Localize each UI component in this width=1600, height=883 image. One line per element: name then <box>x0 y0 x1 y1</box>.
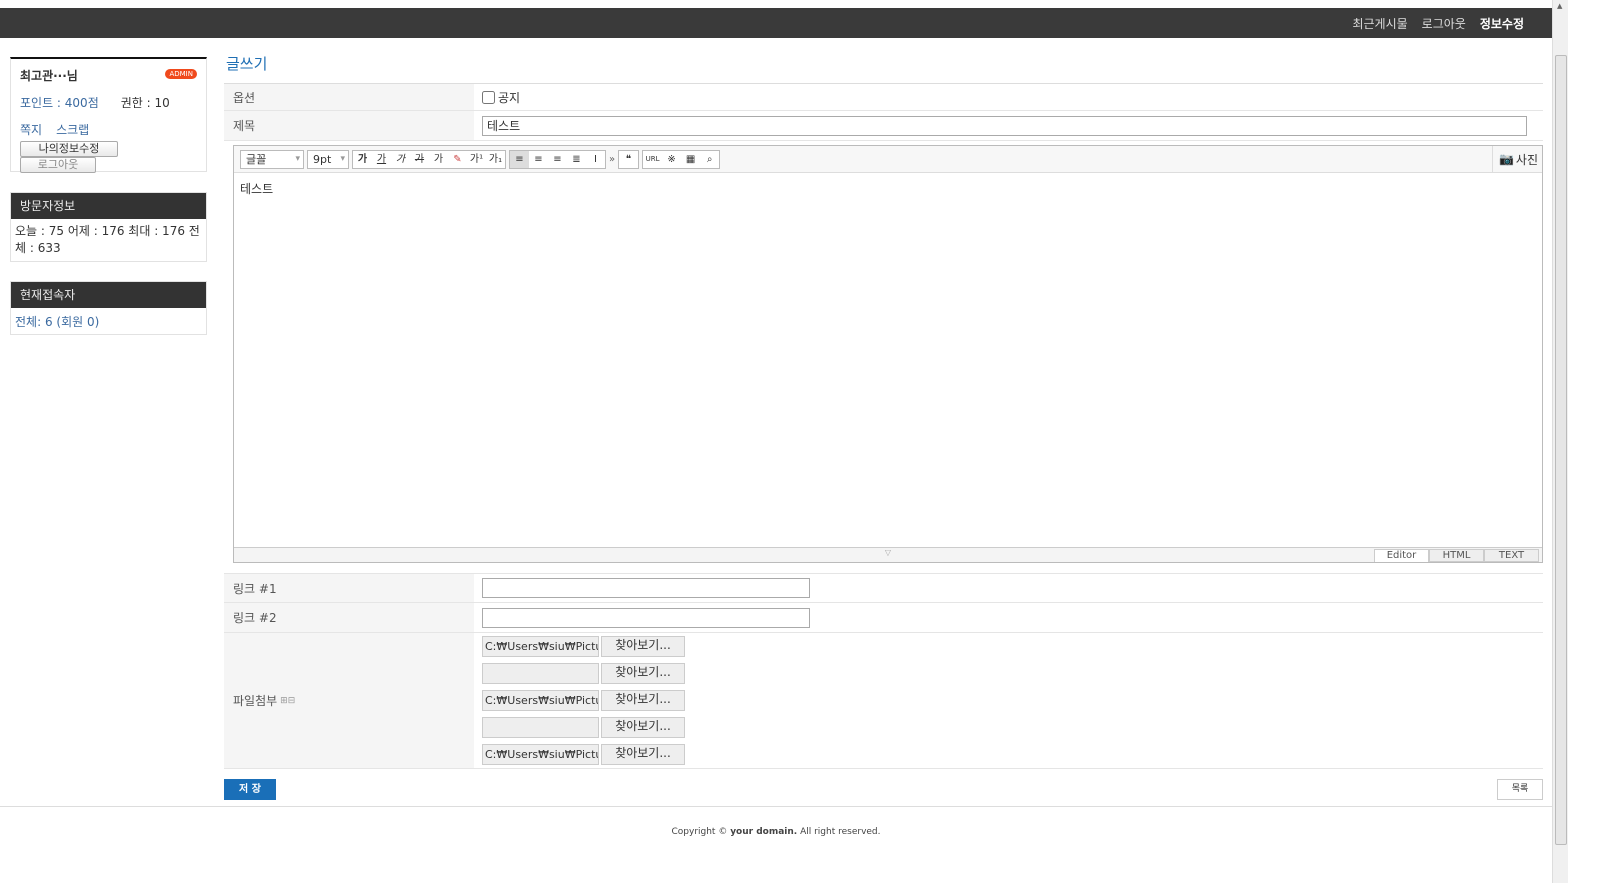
file-row: C:₩Users₩siu₩Pictures찾아보기... <box>482 690 685 711</box>
page-title: 글쓰기 <box>224 52 1543 84</box>
connect-box: 현재접속자 전체: 6 (회원 0) <box>10 281 207 335</box>
quote-icon[interactable]: ❝ <box>619 151 638 168</box>
link2-input[interactable] <box>482 607 810 628</box>
file-path[interactable]: C:₩Users₩siu₩Pictures <box>482 690 599 711</box>
memo-link[interactable]: 쪽지 <box>20 123 42 137</box>
points-link[interactable]: 포인트 : 400점 <box>20 96 99 110</box>
scroll-thumb[interactable] <box>1555 55 1567 845</box>
tab-text[interactable]: TEXT <box>1484 549 1539 562</box>
editor-content[interactable]: 테스트 <box>234 173 1542 204</box>
save-button[interactable]: 저 장 <box>224 779 276 800</box>
level-text: 권한 : 10 <box>120 96 170 110</box>
photo-label: 사진 <box>1515 152 1538 167</box>
login-box: 최고관···님 ADMIN 포인트 : 400점 권한 : 10 쪽지 스크랩 나의… <box>10 57 207 173</box>
remove-file-icon[interactable]: ⊟ <box>288 696 296 706</box>
more-icon[interactable]: » <box>609 154 615 165</box>
search-icon[interactable]: ⌕ <box>700 151 719 168</box>
strike-icon[interactable]: 가 <box>410 151 429 168</box>
subject-input[interactable]: 테스트 <box>482 115 1527 136</box>
font-select[interactable]: 글꼴 <box>240 149 304 169</box>
subject-label: 제목 <box>224 111 474 140</box>
footer-rights: All right reserved. <box>797 827 881 837</box>
footer-domain: your domain. <box>730 827 798 837</box>
bg-color-icon[interactable]: ✎ <box>448 151 467 168</box>
browse-button[interactable]: 찾아보기... <box>601 717 685 738</box>
file-row: C:₩Users₩siu₩Pictures찾아보기... <box>482 744 685 765</box>
file-row: C:₩Users₩siu₩Pictures찾아보기... <box>482 636 685 657</box>
photo-button[interactable]: 📷 사진 <box>1491 146 1542 172</box>
copyright-text: Copyright © <box>671 827 731 837</box>
file-label: 파일첨부 <box>233 694 278 708</box>
browse-button[interactable]: 찾아보기... <box>601 744 685 765</box>
nav-edit-info[interactable]: 정보수정 <box>1480 15 1524 32</box>
connect-title: 현재접속자 <box>11 282 206 308</box>
scrap-link[interactable]: 스크랩 <box>56 123 89 137</box>
notice-checkbox[interactable] <box>482 90 495 104</box>
visitor-title: 방문자정보 <box>11 193 206 219</box>
admin-badge: ADMIN <box>165 69 197 79</box>
browse-button[interactable]: 찾아보기... <box>601 690 685 711</box>
subscript-icon[interactable]: 가₁ <box>486 151 505 168</box>
editor-toolbar: 글꼴 9pt 가가가가가✎가¹가₁ ≡≡≡≣Ι » ❝ URL※▦⌕ 📷사진 <box>234 146 1542 173</box>
align-right-icon[interactable]: ≡ <box>548 151 567 168</box>
table-icon[interactable]: ▦ <box>681 151 700 168</box>
top-nav: 최근게시물 로그아웃 정보수정 <box>0 8 1552 38</box>
file-path[interactable] <box>482 717 599 738</box>
link1-input[interactable] <box>482 578 810 598</box>
file-row: 찾아보기... <box>482 663 685 684</box>
special-char-icon[interactable]: ※ <box>662 151 681 168</box>
resize-handle-icon[interactable]: ▽ <box>234 548 1542 557</box>
visitor-box: 방문자정보 오늘 : 75 어제 : 176 최대 : 176 전체 : 633 <box>10 192 207 262</box>
size-select[interactable]: 9pt <box>307 149 349 169</box>
align-left-icon[interactable]: ≡ <box>510 150 529 168</box>
visitor-stats: 오늘 : 75 어제 : 176 최대 : 176 전체 : 633 <box>15 224 200 255</box>
notice-label: 공지 <box>498 90 521 105</box>
connect-link[interactable]: 전체: 6 (회원 0) <box>11 308 206 335</box>
superscript-icon[interactable]: 가¹ <box>467 151 486 168</box>
underline-icon[interactable]: 가 <box>372 151 391 168</box>
align-center-icon[interactable]: ≡ <box>529 151 548 168</box>
editor: 글꼴 9pt 가가가가가✎가¹가₁ ≡≡≡≣Ι » ❝ URL※▦⌕ 📷사진 테… <box>233 145 1543 563</box>
line-height-icon[interactable]: Ι <box>586 151 605 168</box>
scrollbar[interactable]: ▲ <box>1552 0 1568 883</box>
bold-icon[interactable]: 가 <box>353 151 372 168</box>
tab-html[interactable]: HTML <box>1429 549 1484 562</box>
browse-button[interactable]: 찾아보기... <box>601 636 685 657</box>
justify-icon[interactable]: ≣ <box>567 151 586 168</box>
browse-button[interactable]: 찾아보기... <box>601 663 685 684</box>
link1-label: 링크 #1 <box>224 574 474 602</box>
file-path[interactable] <box>482 663 599 684</box>
option-label: 옵션 <box>224 84 474 110</box>
nav-recent-posts[interactable]: 최근게시물 <box>1352 15 1407 32</box>
nav-logout[interactable]: 로그아웃 <box>1422 15 1466 32</box>
tab-editor[interactable]: Editor <box>1374 549 1429 562</box>
link2-label: 링크 #2 <box>224 603 474 632</box>
edit-profile-button[interactable]: 나의정보수정 <box>20 141 118 157</box>
scroll-up-icon[interactable]: ▲ <box>1557 2 1562 10</box>
list-button[interactable]: 목록 <box>1497 779 1543 800</box>
camera-icon: 📷 <box>1498 152 1514 166</box>
write-form: 글쓰기 옵션 공지 제목 테스트 글꼴 9pt 가가가가가✎가¹가₁ ≡≡≡≣Ι… <box>224 52 1543 769</box>
add-file-icon[interactable]: ⊞ <box>280 696 288 706</box>
url-icon[interactable]: URL <box>643 151 662 168</box>
italic-icon[interactable]: 가 <box>391 151 410 168</box>
file-row: 찾아보기... <box>482 717 685 738</box>
file-path[interactable]: C:₩Users₩siu₩Pictures <box>482 744 599 765</box>
footer: Copyright © your domain. All right reser… <box>0 806 1552 837</box>
file-path[interactable]: C:₩Users₩siu₩Pictures <box>482 636 599 657</box>
logout-button[interactable]: 로그아웃 <box>20 157 96 173</box>
editor-resize-bar[interactable]: ▽ Editor HTML TEXT <box>234 547 1542 562</box>
font-color-icon[interactable]: 가 <box>429 151 448 168</box>
